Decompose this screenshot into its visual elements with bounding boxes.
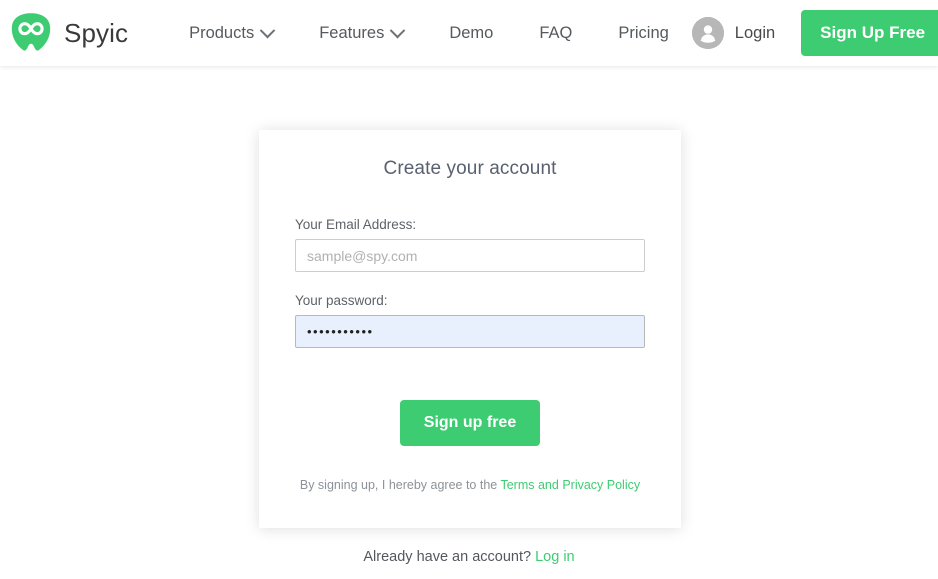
- page-main: Create your account Your Email Address: …: [0, 66, 938, 579]
- submit-row: Sign up free: [295, 400, 645, 446]
- password-field-label: Your password:: [295, 293, 388, 308]
- main-navigation: Products Features Demo FAQ Pricing: [166, 22, 692, 43]
- password-field-group: Your password:: [295, 293, 645, 348]
- signup-submit-button[interactable]: Sign up free: [399, 400, 541, 446]
- user-avatar-icon: [691, 17, 724, 49]
- infinity-logo-icon: [10, 12, 52, 54]
- email-field-group: Your Email Address:: [295, 217, 645, 272]
- signup-form: Your Email Address: Your password: Sign …: [295, 217, 645, 446]
- already-have-account-row: Already have an account? Log in: [0, 549, 938, 565]
- terms-privacy-link[interactable]: Terms and Privacy Policy: [500, 478, 640, 492]
- login-link-footer[interactable]: Log in: [535, 549, 575, 565]
- password-input[interactable]: [295, 315, 645, 348]
- chevron-down-icon: [259, 22, 276, 38]
- nav-item-label: FAQ: [539, 23, 573, 42]
- nav-item-label: Pricing: [618, 23, 669, 42]
- brand-name: Spyic: [64, 17, 129, 48]
- email-field-label: Your Email Address:: [295, 217, 417, 232]
- nav-item-label: Features: [319, 23, 385, 42]
- site-header: Spyic Products Features Demo FAQ Pricing: [0, 0, 938, 66]
- nav-item-features[interactable]: Features: [296, 22, 426, 43]
- nav-item-products[interactable]: Products: [166, 22, 296, 43]
- already-have-account-text: Already have an account?: [363, 549, 536, 565]
- header-signup-button[interactable]: Sign Up Free: [801, 10, 938, 56]
- nav-item-label: Products: [189, 23, 255, 42]
- brand-logo-link[interactable]: Spyic: [10, 12, 128, 54]
- login-label: Login: [734, 23, 776, 42]
- nav-item-pricing[interactable]: Pricing: [595, 24, 691, 43]
- nav-item-demo[interactable]: Demo: [426, 24, 516, 43]
- email-input[interactable]: [295, 239, 645, 272]
- terms-text: By signing up, I hereby agree to the: [299, 478, 501, 492]
- header-actions: Login Sign Up Free: [691, 10, 938, 56]
- page-title: Create your account: [383, 158, 557, 179]
- signup-card: Create your account Your Email Address: …: [259, 130, 681, 528]
- nav-item-faq[interactable]: FAQ: [516, 24, 595, 43]
- login-link[interactable]: Login: [691, 17, 776, 49]
- terms-agreement: By signing up, I hereby agree to the Ter…: [259, 478, 681, 492]
- nav-item-label: Demo: [449, 23, 494, 42]
- chevron-down-icon: [390, 22, 406, 38]
